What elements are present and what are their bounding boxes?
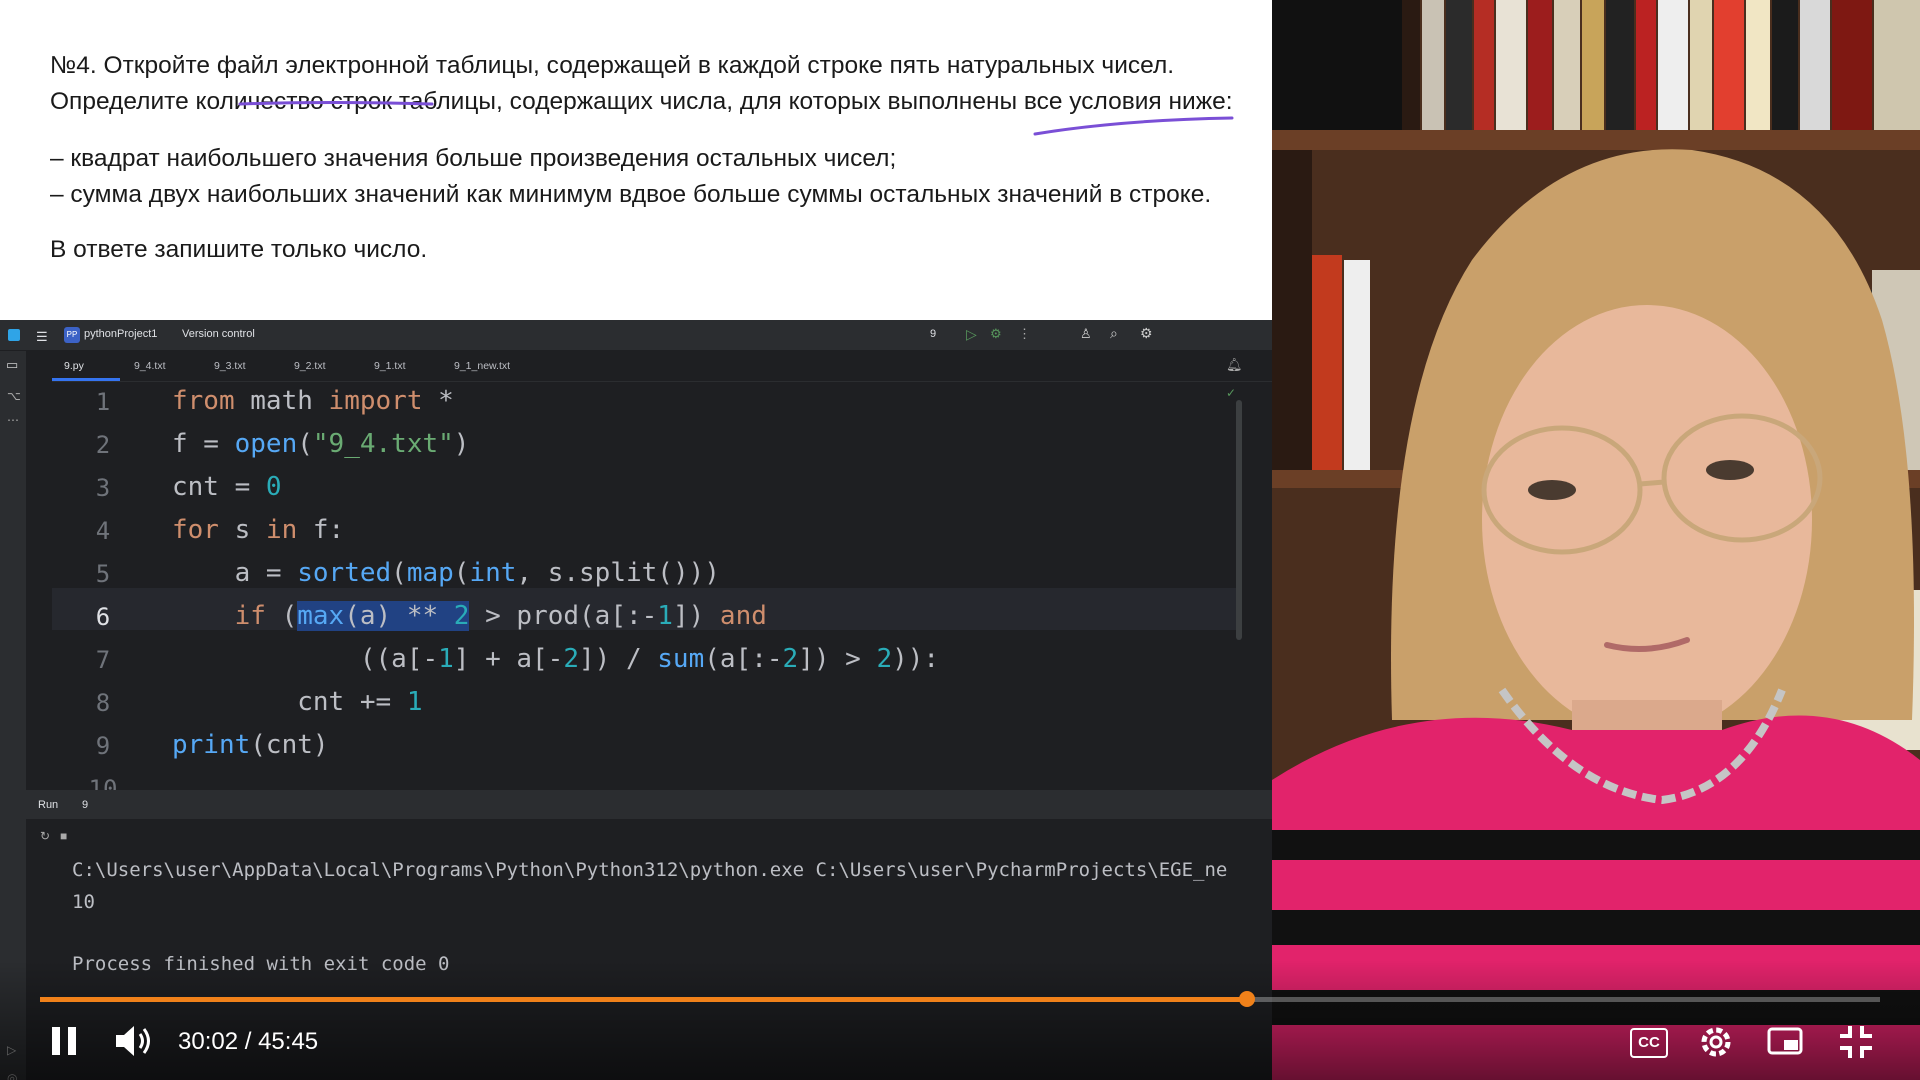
captions-button[interactable]: CC <box>1630 1028 1668 1058</box>
controls-gradient <box>0 960 1920 1080</box>
project-selector[interactable]: pythonProject1 <box>84 328 157 340</box>
code-line-5: a = sorted(map(int, s.split())) <box>172 558 720 588</box>
line-number: 2 <box>95 431 111 459</box>
stop-icon[interactable]: ■ <box>60 829 67 843</box>
code-line-6: if (max(a) ** 2 > prod(a[:-1]) and <box>234 601 767 631</box>
line-number: 1 <box>95 388 111 416</box>
pause-button[interactable] <box>48 1024 82 1058</box>
webcam-feed <box>1272 0 1920 1080</box>
inspection-ok-icon: ✓ <box>1226 386 1237 400</box>
line-number: 5 <box>95 560 111 588</box>
task-panel: №4. Откройте файл электронной таблицы, с… <box>0 0 1272 320</box>
run-config-selector[interactable]: 9 <box>930 328 936 340</box>
code-line-4: for s in f: <box>172 515 345 545</box>
line-number: 3 <box>95 474 111 502</box>
tab-9-3-txt[interactable]: 9_3.txt <box>214 360 246 372</box>
miniplayer-icon[interactable] <box>1766 1024 1806 1058</box>
tab-9-1-txt[interactable]: 9_1.txt <box>374 360 406 372</box>
volume-icon[interactable] <box>112 1022 156 1060</box>
line-number: 7 <box>95 646 111 674</box>
run-icon[interactable]: ▷ <box>966 326 977 343</box>
tab-9-4-txt[interactable]: 9_4.txt <box>134 360 166 372</box>
code-line-8: cnt += 1 <box>172 687 423 717</box>
project-tool-icon[interactable]: ▭ <box>6 357 18 373</box>
more-icon[interactable]: ⋮ <box>1018 326 1031 342</box>
run-result: 10 <box>72 891 95 913</box>
duration: 45:45 <box>258 1028 319 1055</box>
pen-annotations <box>238 101 1234 136</box>
debug-icon[interactable]: ⚙ <box>990 326 1002 342</box>
run-header: Run 9 <box>26 791 1272 819</box>
line-number: 4 <box>95 517 111 545</box>
tab-9-py[interactable]: 9.py <box>64 360 84 372</box>
line-number: 8 <box>95 689 111 717</box>
settings-gear-icon[interactable] <box>1696 1022 1736 1062</box>
run-label: Run <box>38 799 59 811</box>
more-tools-icon[interactable]: ⋯ <box>7 413 19 427</box>
progress-played <box>40 997 1247 1002</box>
code-line-2: f = open("9_4.txt") <box>172 429 470 459</box>
code-line-7: ((a[-1] + a[-2]) / sum(a[:-2]) > 2)): <box>172 644 940 674</box>
webcam-scene <box>1272 0 1920 1080</box>
active-tab-indicator <box>52 378 120 381</box>
code-line-9: print(cnt) <box>172 730 329 760</box>
line-number: 9 <box>95 732 111 760</box>
text-selection: max <box>297 601 345 631</box>
line-number: 10 <box>88 775 118 790</box>
notifications-icon[interactable]: 🔔︎ <box>1226 357 1243 373</box>
run-command: C:\Users\user\AppData\Local\Programs\Pyt… <box>72 859 1228 881</box>
rerun-icon[interactable]: ↻ <box>40 829 50 843</box>
vcs-selector[interactable]: Version control <box>182 328 255 340</box>
structure-tool-icon[interactable]: ⌥ <box>7 389 21 403</box>
ide-titlebar: ☰ PP pythonProject1 Version control 9 ▷ … <box>0 320 1272 351</box>
tab-9-2-txt[interactable]: 9_2.txt <box>294 360 326 372</box>
project-badge: PP <box>64 327 80 343</box>
main-menu-icon[interactable]: ☰ <box>36 329 48 345</box>
code-line-3: cnt = 0 <box>172 472 282 502</box>
editor-tabs: 9.py 9_4.txt 9_3.txt 9_2.txt 9_1.txt 9_1… <box>52 351 1272 382</box>
exit-fullscreen-icon[interactable] <box>1836 1022 1876 1062</box>
progress-scrubber[interactable] <box>1239 991 1255 1007</box>
search-icon[interactable]: ⌕ <box>1110 325 1118 342</box>
current-time: 30:02 <box>178 1028 239 1055</box>
fold-gutter <box>26 351 52 821</box>
time-display: 30:02 / 45:45 <box>178 1028 319 1055</box>
settings-icon[interactable]: ⚙ <box>1140 325 1153 342</box>
code-line-1: from math import * <box>172 386 454 416</box>
tab-9-1-new-txt[interactable]: 9_1_new.txt <box>454 360 510 372</box>
line-number-current: 6 <box>95 603 111 631</box>
video-frame[interactable]: №4. Откройте файл электронной таблицы, с… <box>0 0 1920 1080</box>
run-tab[interactable]: 9 <box>82 799 88 811</box>
editor-scrollbar[interactable] <box>1236 400 1242 640</box>
code-editor[interactable]: 1 2 3 4 5 6 7 8 9 10 from math import * … <box>52 382 1238 790</box>
pycharm-logo-icon <box>8 329 20 341</box>
account-icon[interactable]: ♙ <box>1080 326 1092 342</box>
